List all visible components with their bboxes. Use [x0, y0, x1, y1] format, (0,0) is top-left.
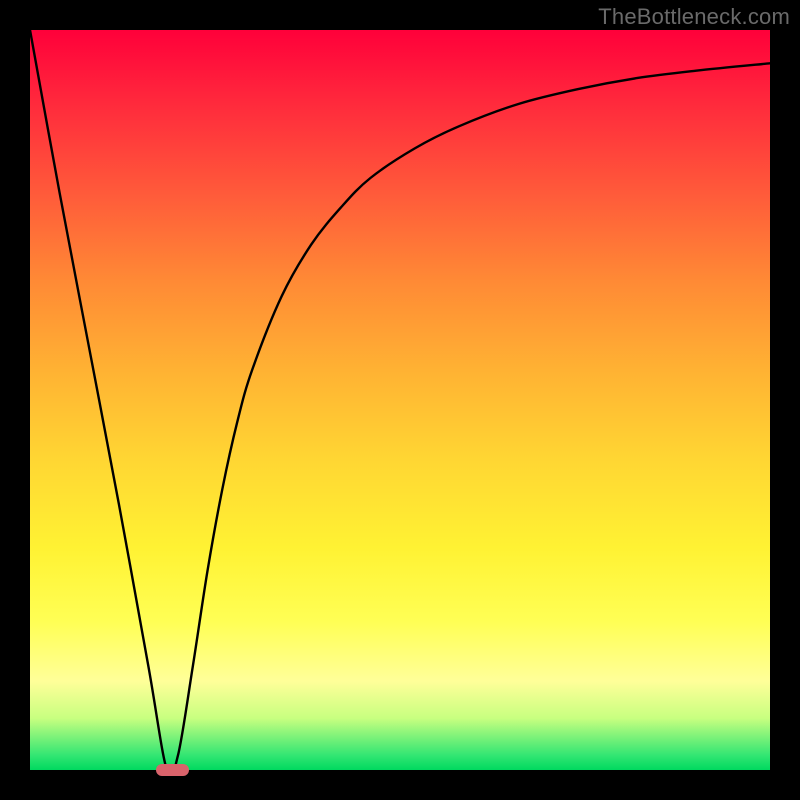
bottleneck-curve — [30, 30, 770, 770]
plot-area — [30, 30, 770, 770]
watermark-text: TheBottleneck.com — [598, 4, 790, 30]
optimal-marker — [156, 764, 189, 776]
chart-frame: TheBottleneck.com — [0, 0, 800, 800]
